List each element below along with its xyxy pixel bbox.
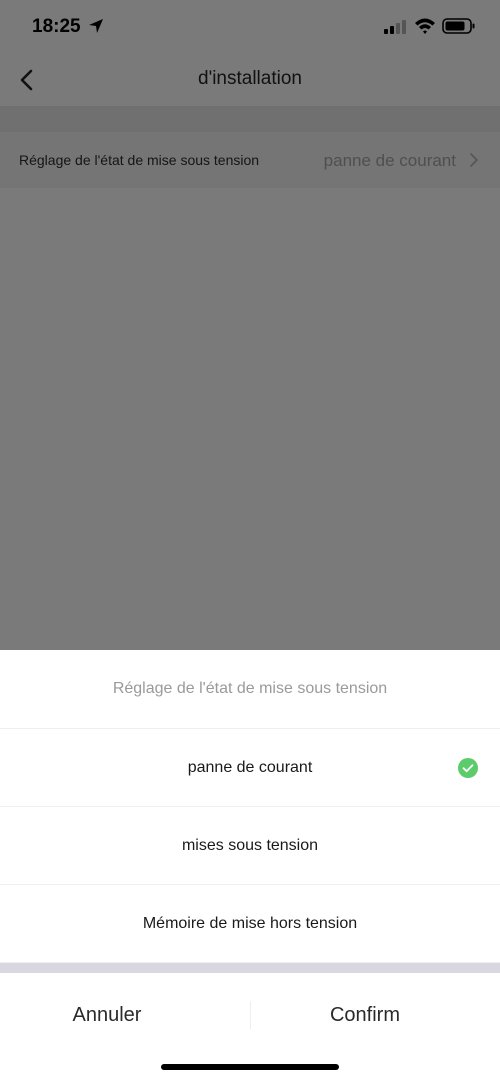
sheet-divider <box>0 963 500 973</box>
sheet-actions: Annuler Confirm <box>0 973 500 1058</box>
navigation-bar: d'installation <box>0 54 500 106</box>
cellular-signal-icon <box>384 20 406 34</box>
status-time: 18:25 <box>32 16 81 37</box>
wifi-icon <box>415 18 435 34</box>
chevron-right-icon <box>470 153 479 167</box>
option-label: Mémoire de mise hors tension <box>142 915 358 932</box>
checkmark-icon <box>458 758 478 778</box>
option-label: mises sous tension <box>181 837 319 854</box>
setting-value: panne de courant <box>323 151 456 170</box>
action-sheet: Réglage de l'état de mise sous tension p… <box>0 650 500 1082</box>
home-indicator[interactable] <box>161 1064 339 1070</box>
option-label: panne de courant <box>187 759 313 776</box>
confirm-button[interactable]: Confirm <box>240 973 490 1058</box>
setting-label: Réglage de l'état de mise sous tension <box>19 152 260 168</box>
option-mises-sous-tension[interactable]: mises sous tension <box>0 807 500 885</box>
power-on-state-setting-row[interactable]: Réglage de l'état de mise sous tension p… <box>0 132 500 188</box>
sheet-title: Réglage de l'état de mise sous tension <box>0 650 500 729</box>
section-gap <box>0 106 500 132</box>
cancel-button[interactable]: Annuler <box>0 973 232 1058</box>
option-memoire-hors-tension[interactable]: Mémoire de mise hors tension <box>0 885 500 963</box>
status-bar: 18:25 <box>0 0 500 54</box>
page-title: d'installation <box>198 68 302 89</box>
battery-icon <box>442 18 475 34</box>
location-arrow-icon <box>89 19 103 33</box>
option-panne-de-courant[interactable]: panne de courant <box>0 729 500 807</box>
